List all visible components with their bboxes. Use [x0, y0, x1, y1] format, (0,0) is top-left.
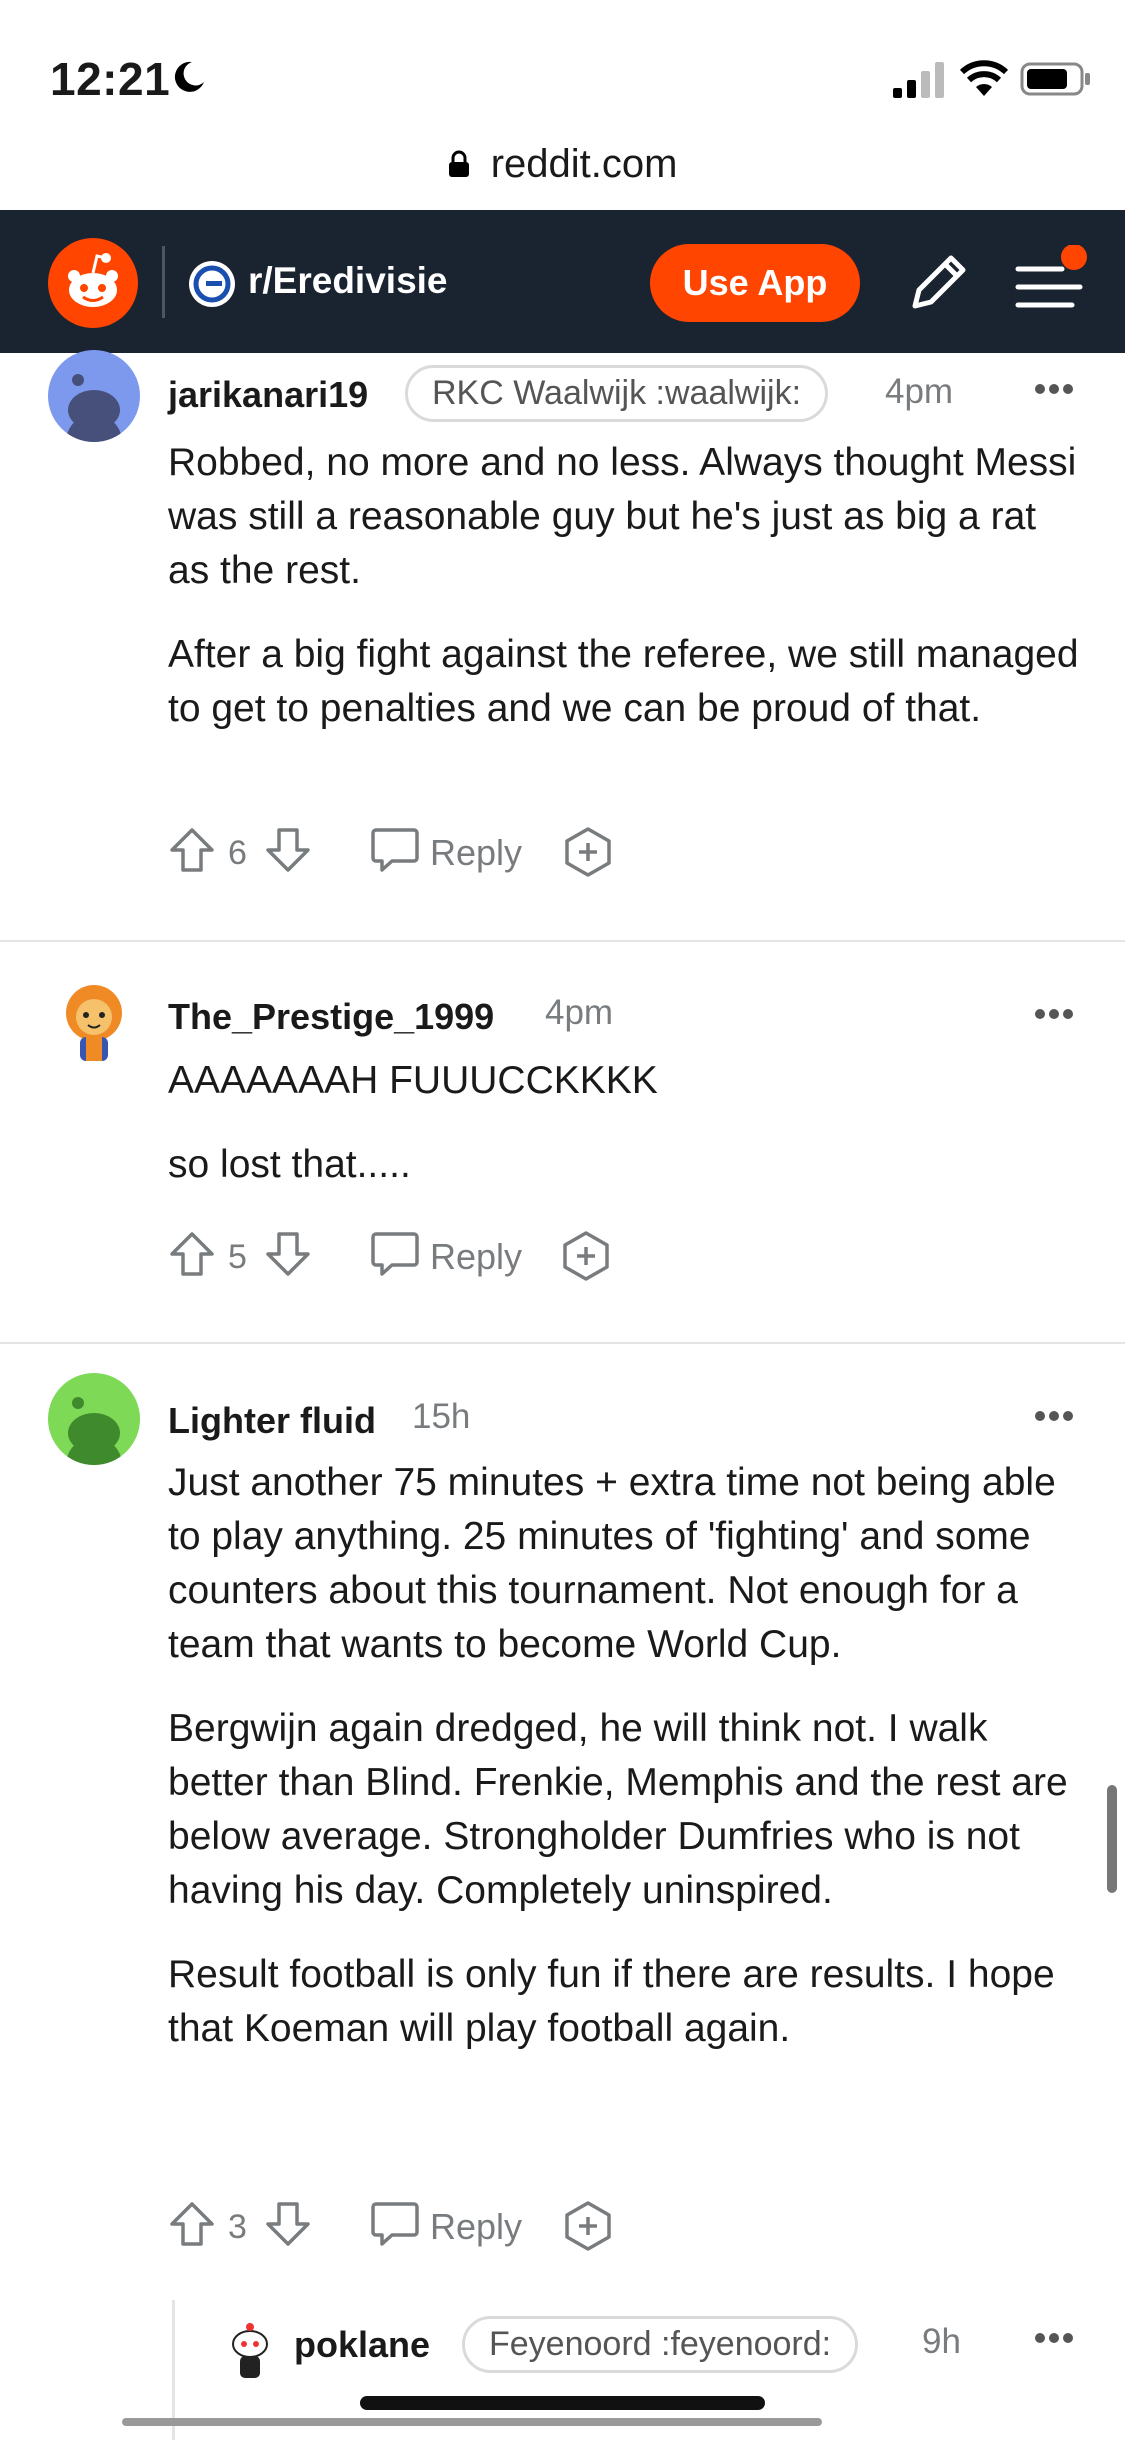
upvote-icon[interactable] [168, 826, 216, 874]
avatar[interactable] [48, 975, 140, 1067]
comment-time: 4pm [885, 372, 954, 411]
avatar[interactable] [48, 1373, 140, 1465]
more-options-icon[interactable] [1034, 1008, 1074, 1020]
upvote-icon[interactable] [168, 2200, 216, 2248]
award-icon[interactable] [562, 826, 614, 878]
comment-time: 15h [412, 1397, 471, 1436]
header-divider [162, 246, 165, 318]
more-options-icon[interactable] [1034, 383, 1074, 395]
pencil-icon[interactable] [905, 250, 971, 316]
comment-paragraph: AAAAAAAH FUUUCCKKKK [168, 1059, 658, 1102]
reply-icon[interactable] [370, 2200, 420, 2248]
signal-icon [893, 62, 944, 98]
subreddit-icon [189, 261, 235, 307]
username[interactable]: Lighter fluid [168, 1400, 376, 1442]
reply-button[interactable]: Reply [430, 832, 522, 874]
reply-button[interactable]: Reply [430, 1236, 522, 1278]
comment-paragraph: After a big fight against the referee, w… [168, 633, 1079, 730]
award-icon[interactable] [562, 2200, 614, 2252]
comment-paragraph: Robbed, no more and no less. Always thou… [168, 441, 1077, 592]
battery-icon [1020, 62, 1090, 96]
lock-icon [448, 150, 469, 178]
comment-paragraph: so lost that..... [168, 1143, 411, 1186]
address-bar[interactable]: reddit.com [0, 140, 1125, 200]
comment-paragraph: Bergwijn again dredged, he will think no… [168, 1707, 1068, 1912]
scrollbar[interactable] [1107, 1785, 1117, 1893]
comment-paragraph: Just another 75 minutes + extra time not… [168, 1461, 1056, 1666]
comment-paragraph: Result football is only fun if there are… [168, 1953, 1055, 2050]
reply-icon[interactable] [370, 1230, 420, 1278]
more-options-icon[interactable] [1034, 1410, 1074, 1422]
vote-count: 5 [228, 1238, 247, 1276]
reply-button[interactable]: Reply [430, 2206, 522, 2248]
comment-body: AAAAAAAH FUUUCCKKKK so lost that..... [168, 1054, 1088, 1222]
vote-count: 3 [228, 2208, 247, 2246]
status-bar: 12:21 [0, 0, 1125, 130]
subreddit-name[interactable]: r/Eredivisie [248, 260, 448, 302]
reddit-header: r/Eredivisie Use App [0, 210, 1125, 353]
menu-icon[interactable] [1010, 245, 1090, 321]
user-flair: Feyenoord :feyenoord: [462, 2316, 859, 2373]
comment-body: Just another 75 minutes + extra time not… [168, 1456, 1088, 2086]
home-indicator[interactable] [360, 2396, 765, 2410]
user-flair: RKC Waalwijk :waalwijk: [405, 365, 829, 422]
downvote-icon[interactable] [264, 826, 312, 874]
url-text: reddit.com [490, 141, 678, 186]
avatar[interactable] [218, 2318, 282, 2382]
use-app-button[interactable]: Use App [650, 244, 860, 322]
downvote-icon[interactable] [264, 2200, 312, 2248]
reddit-logo-icon[interactable] [48, 238, 138, 328]
upvote-icon[interactable] [168, 1230, 216, 1278]
comment-time: 9h [922, 2322, 961, 2361]
username[interactable]: jarikanari19 [168, 374, 368, 416]
downvote-icon[interactable] [264, 1230, 312, 1278]
comment-divider [0, 1342, 1125, 1344]
avatar[interactable] [48, 350, 140, 442]
award-icon[interactable] [560, 1230, 612, 1282]
comment-divider [0, 940, 1125, 942]
username[interactable]: poklane [294, 2324, 430, 2366]
clock: 12:21 [50, 53, 171, 105]
comment-body: Robbed, no more and no less. Always thou… [168, 436, 1088, 766]
more-options-icon[interactable] [1034, 2332, 1074, 2344]
wifi-icon [960, 60, 1008, 96]
moon-icon [174, 61, 204, 92]
comment-time: 4pm [545, 993, 614, 1032]
reply-icon[interactable] [370, 826, 420, 874]
username[interactable]: The_Prestige_1999 [168, 996, 494, 1038]
horizontal-scrollbar [122, 2418, 822, 2426]
vote-count: 6 [228, 834, 247, 872]
